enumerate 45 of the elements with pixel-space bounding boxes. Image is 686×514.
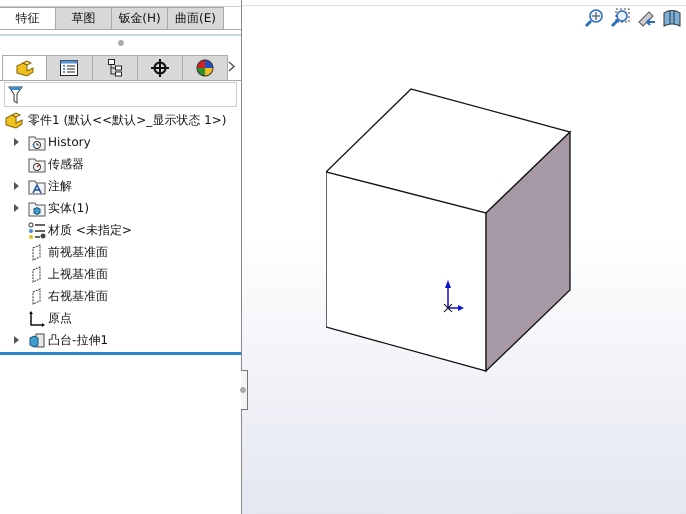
gauge-folder-icon <box>28 156 46 172</box>
part-icon <box>14 59 35 77</box>
tab[interactable]: 草图 <box>56 7 112 29</box>
letter-a-folder-icon <box>28 178 46 194</box>
expand-arrow-icon[interactable] <box>14 204 18 212</box>
list-icon <box>59 59 80 77</box>
filter-field[interactable] <box>4 82 237 107</box>
origin-axes-icon <box>444 280 464 312</box>
chevron-right-icon[interactable] <box>228 60 236 72</box>
history-folder-icon <box>28 134 46 150</box>
filter-icon[interactable] <box>8 86 23 104</box>
crosshair-icon <box>150 59 169 77</box>
tree-structure-icon <box>106 58 123 78</box>
tree-item[interactable]: 凸台-拉伸1 <box>48 332 108 348</box>
tree-item[interactable]: 注解 <box>48 178 72 194</box>
tree-item[interactable]: 原点 <box>48 310 72 326</box>
tree-item[interactable]: 零件1 (默认<<默认>_显示状态 1>) <box>28 112 226 128</box>
expand-arrow-icon[interactable] <box>14 182 18 190</box>
tree-item[interactable]: History <box>48 135 91 149</box>
origin-axes-icon <box>28 310 46 326</box>
cube-folder-icon <box>28 200 46 216</box>
color-ball-icon <box>196 59 214 77</box>
tab[interactable]: 特征 <box>0 7 56 29</box>
tree-item[interactable]: 前视基准面 <box>48 244 108 260</box>
expand-arrow-icon[interactable] <box>14 138 18 146</box>
panel-tab[interactable] <box>92 55 138 80</box>
expand-arrow-icon[interactable] <box>14 336 18 344</box>
material-icon <box>28 222 46 238</box>
grip-dot-icon[interactable] <box>118 40 124 46</box>
panel-tab[interactable] <box>138 55 183 80</box>
panel-splitter-handle[interactable] <box>241 370 248 410</box>
tree-item[interactable]: 传感器 <box>48 156 84 172</box>
tab[interactable]: 钣金(H) <box>112 7 168 29</box>
tree-item[interactable]: 上视基准面 <box>48 266 108 282</box>
zoom-area-icon[interactable] <box>610 8 630 28</box>
tree-item[interactable]: 实体(1) <box>48 200 89 216</box>
tab[interactable]: 曲面(E) <box>168 7 224 29</box>
section-view-icon[interactable] <box>662 8 682 28</box>
extrude-icon <box>27 332 47 348</box>
panel-tab[interactable] <box>182 55 228 80</box>
part-icon <box>4 111 24 129</box>
tree-item[interactable]: 材质 <未指定> <box>48 222 132 238</box>
tree-item[interactable]: 右视基准面 <box>48 288 108 304</box>
panel-tab[interactable] <box>47 55 93 80</box>
zoom-fit-icon[interactable] <box>584 8 604 28</box>
